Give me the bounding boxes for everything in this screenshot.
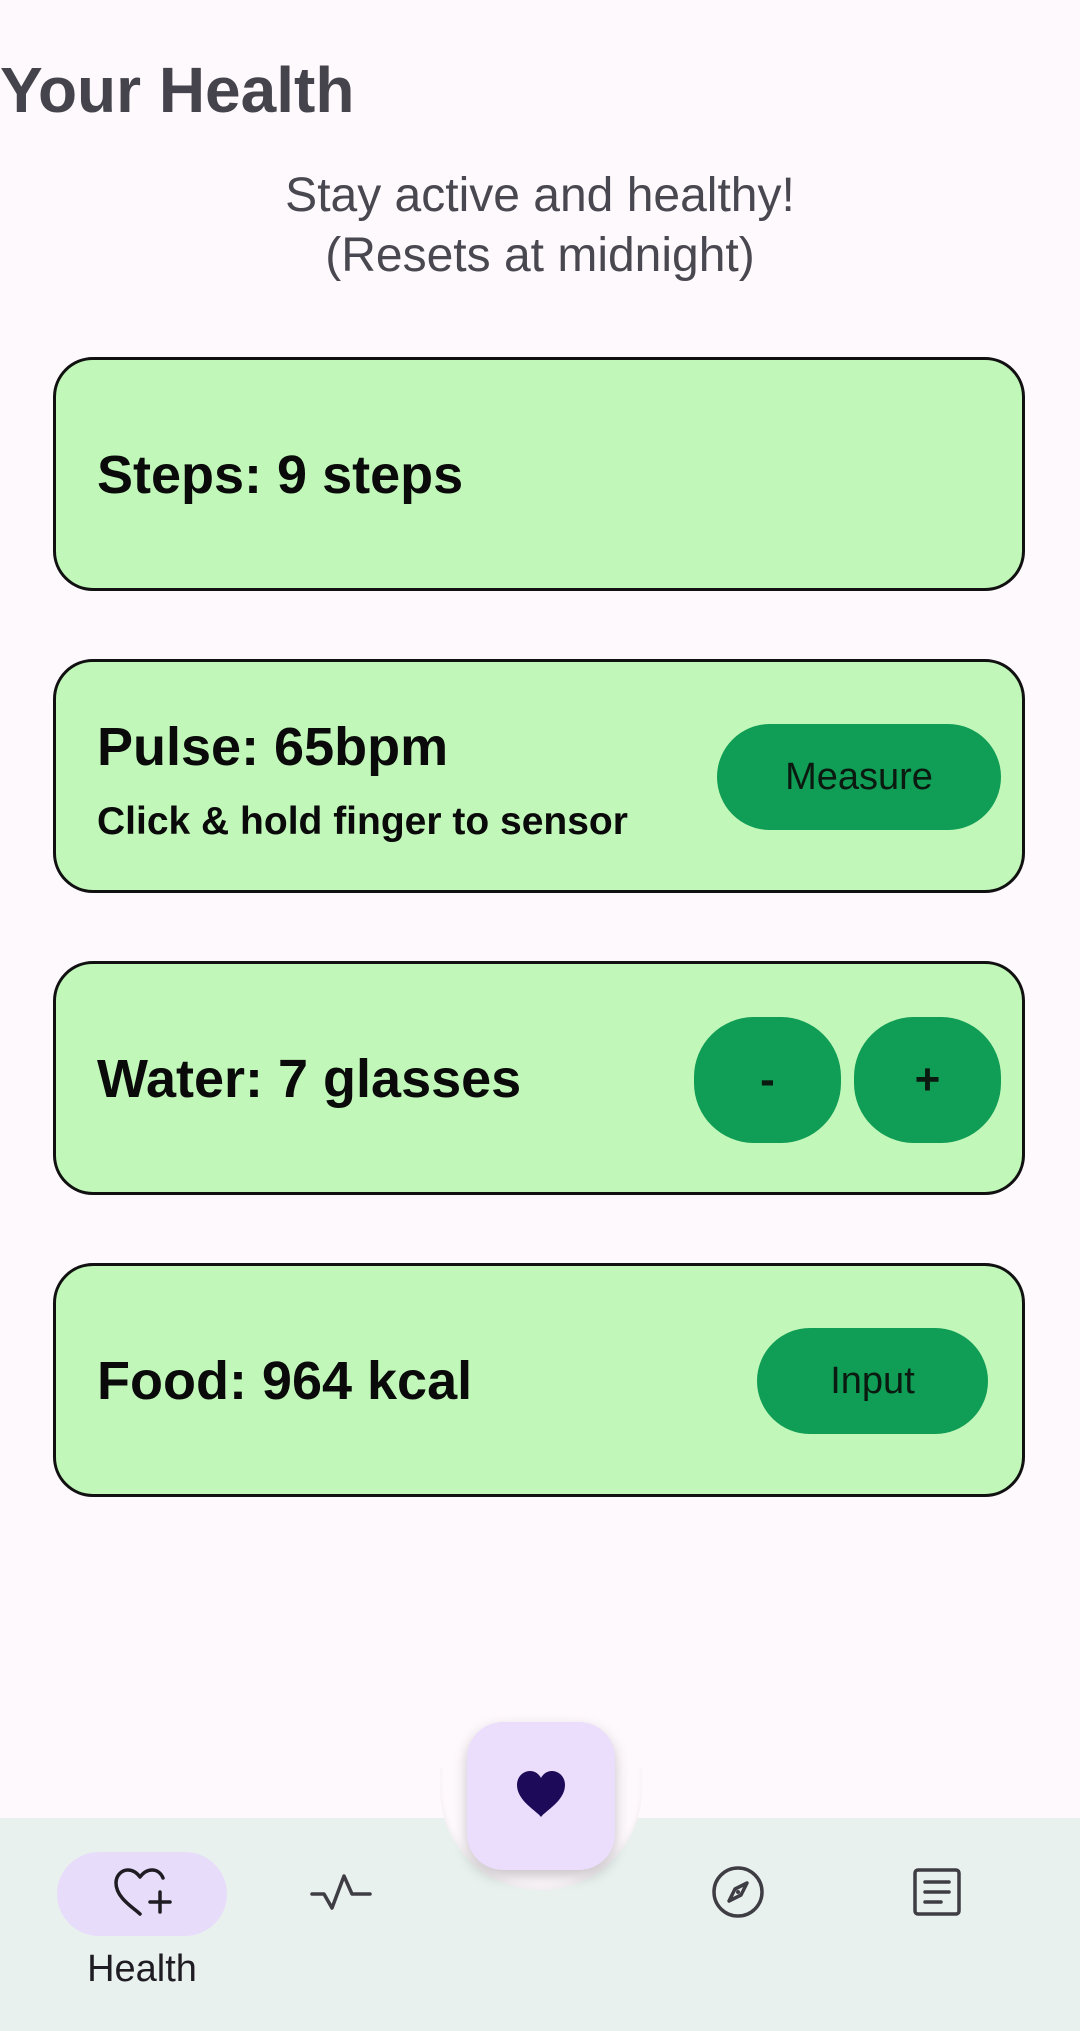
water-label: Water: 7 glasses xyxy=(97,1049,522,1109)
heart-icon xyxy=(515,1769,567,1824)
page-subtitle: Stay active and healthy! (Resets at midn… xyxy=(0,166,1080,286)
heart-plus-icon xyxy=(110,1864,174,1925)
pulse-label: Pulse: 65bpm xyxy=(97,717,449,777)
nav-item-notes[interactable] xyxy=(852,1852,1022,1936)
food-label: Food: 964 kcal xyxy=(97,1351,473,1411)
nav-label-health: Health xyxy=(87,1948,197,1990)
subtitle-line-2: (Resets at midnight) xyxy=(325,229,755,282)
compass-icon xyxy=(710,1864,766,1925)
subtitle-line-1: Stay active and healthy! xyxy=(285,169,795,222)
nav-item-health[interactable] xyxy=(57,1852,227,1936)
nav-item-activity[interactable] xyxy=(256,1852,426,1936)
food-card: Food: 964 kcal Input xyxy=(53,1263,1025,1497)
pulse-icon xyxy=(310,1870,372,1919)
steps-label: Steps: 9 steps xyxy=(97,445,464,505)
nav-item-explore[interactable] xyxy=(653,1852,823,1936)
water-card: Water: 7 glasses - + xyxy=(53,961,1025,1195)
steps-card: Steps: 9 steps xyxy=(53,357,1025,591)
food-input-button[interactable]: Input xyxy=(757,1328,988,1434)
pulse-hint: Click & hold finger to sensor xyxy=(97,800,628,843)
water-minus-button[interactable]: - xyxy=(694,1017,841,1143)
measure-button[interactable]: Measure xyxy=(717,724,1001,830)
page-title: Your Health xyxy=(0,54,355,126)
pulse-card: Pulse: 65bpm Click & hold finger to sens… xyxy=(53,659,1025,893)
health-fab-button[interactable] xyxy=(467,1722,615,1870)
water-plus-button[interactable]: + xyxy=(854,1017,1001,1143)
document-icon xyxy=(911,1866,963,1923)
